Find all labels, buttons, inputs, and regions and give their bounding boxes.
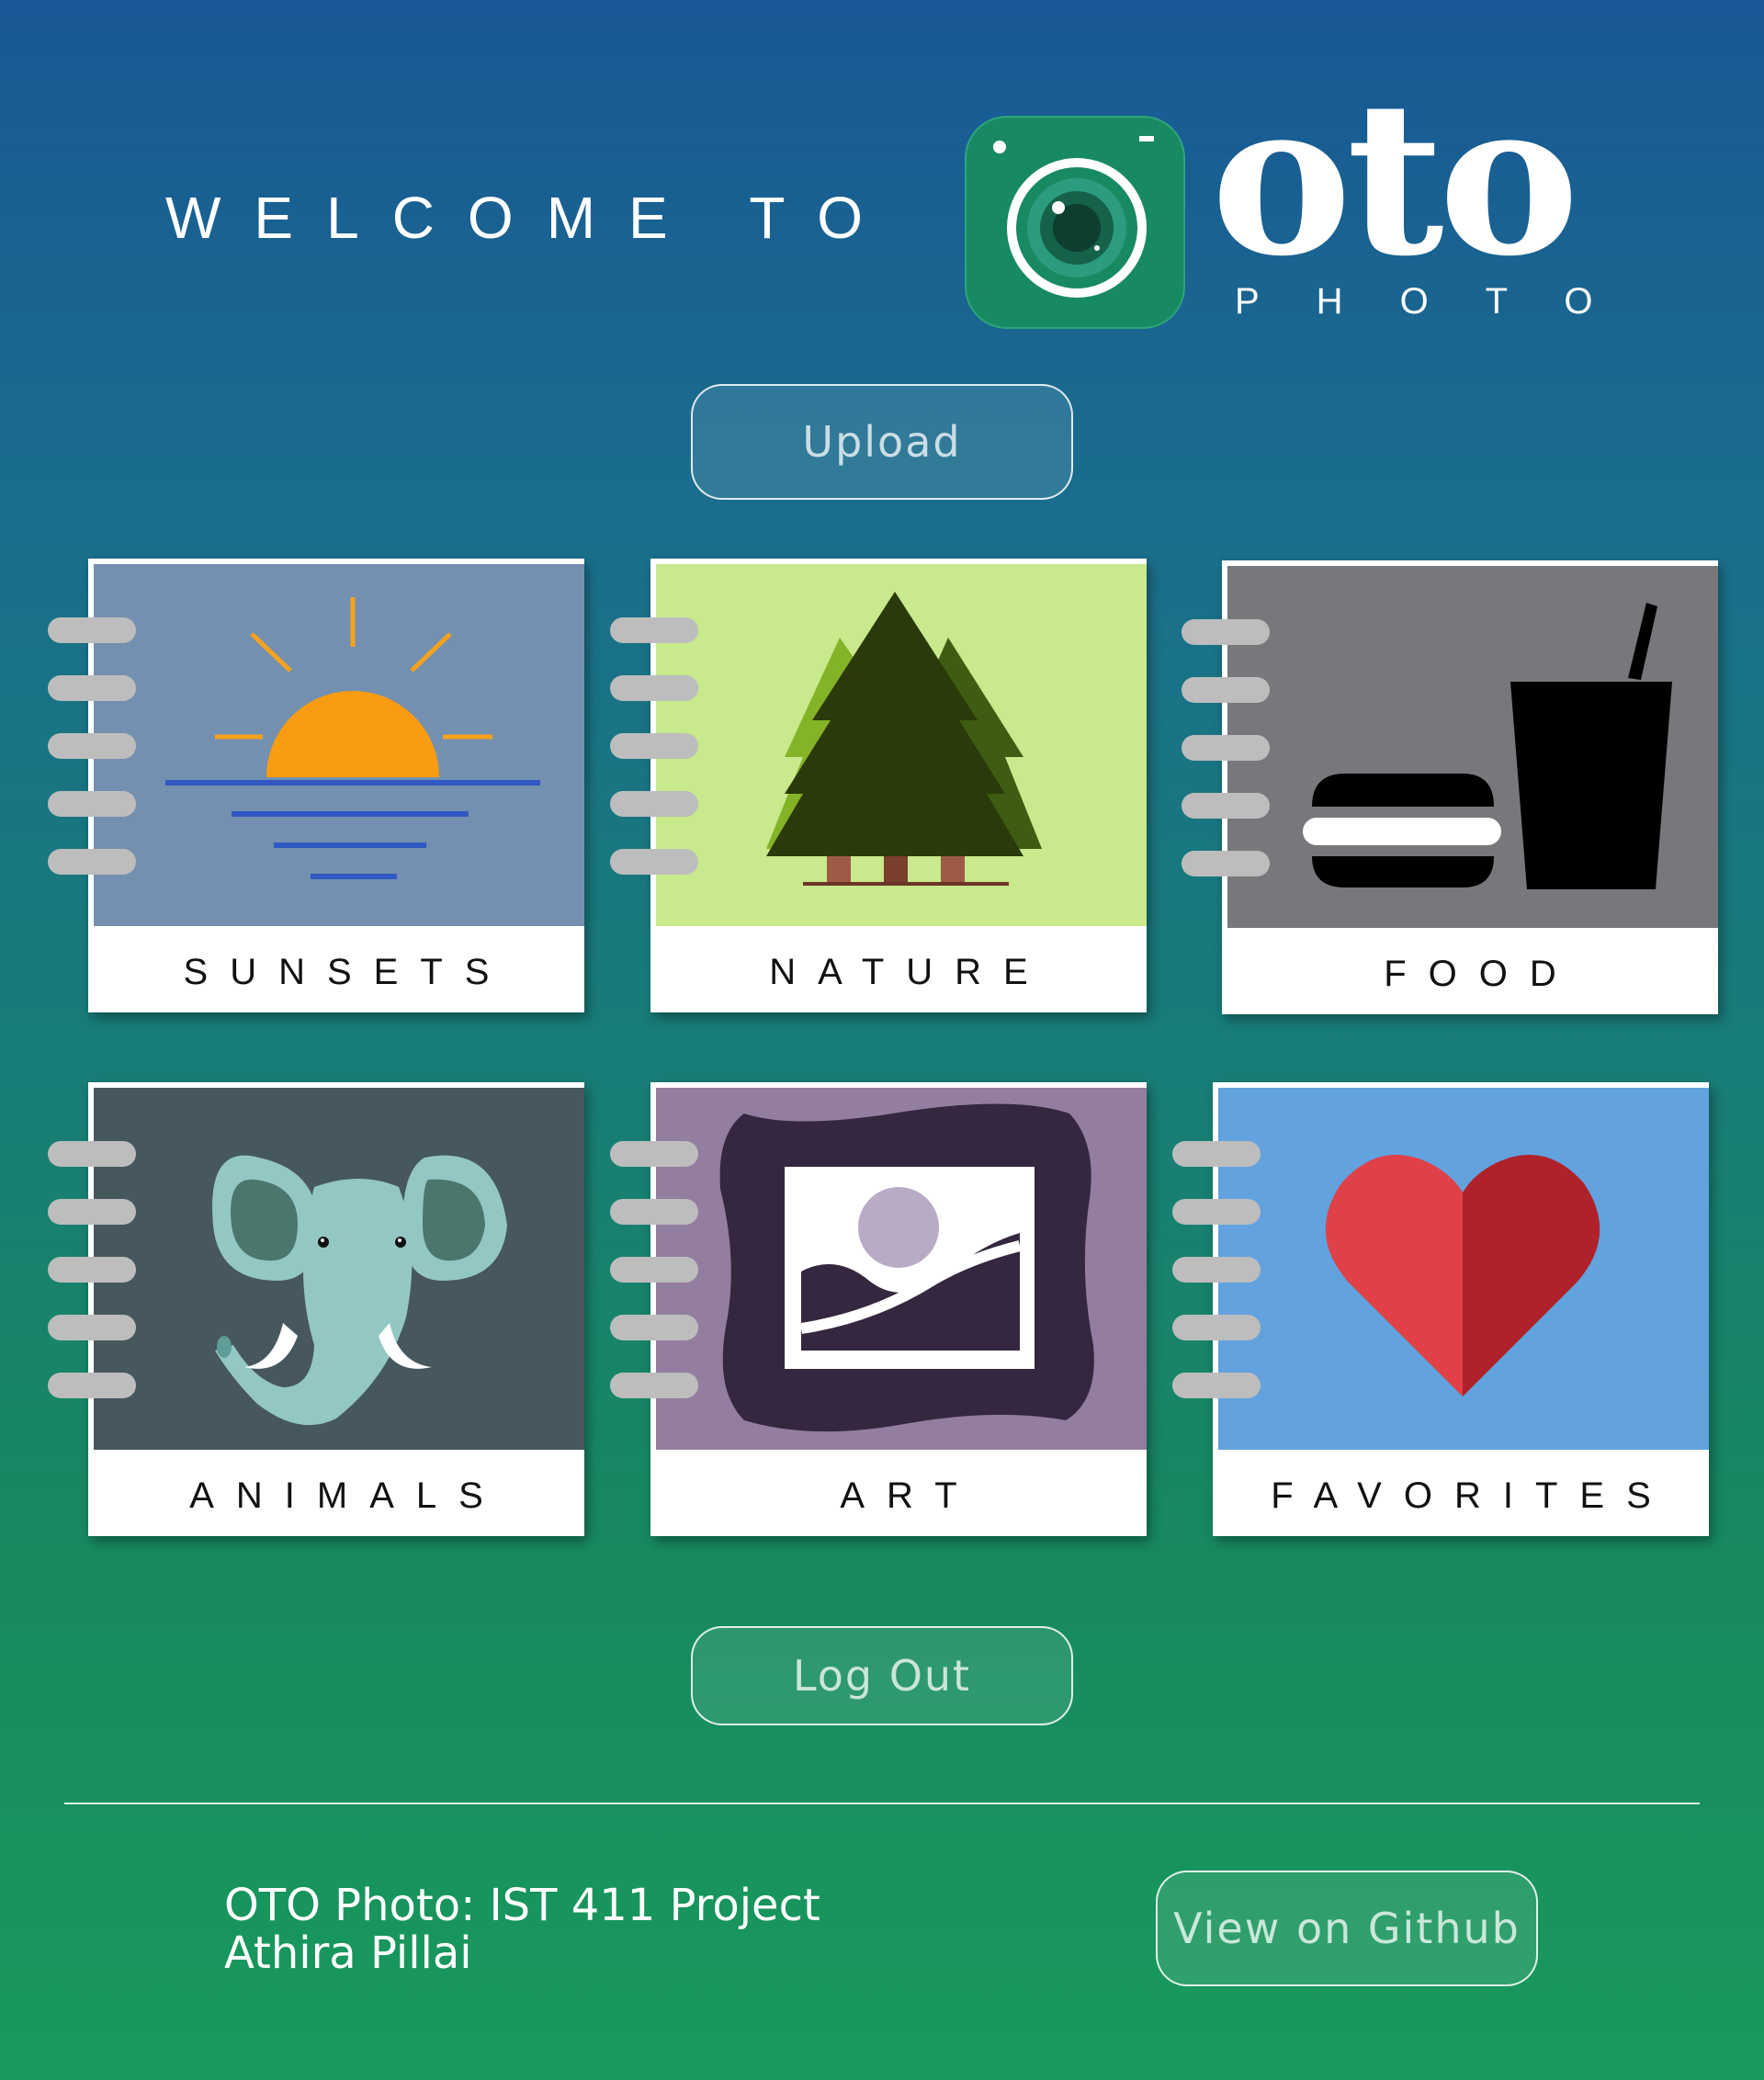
album-cover: NATURE: [650, 559, 1147, 1012]
album-label: NATURE: [769, 951, 1050, 992]
footer-credits: OTO Photo: IST 411 Project Athira Pillai: [224, 1882, 820, 1977]
framed-picture-icon: [656, 1088, 1147, 1450]
album-label: ANIMALS: [189, 1475, 505, 1516]
logout-button[interactable]: Log Out: [691, 1626, 1073, 1725]
spiral-binding: [610, 617, 698, 907]
camera-icon: [965, 116, 1185, 329]
spiral-binding: [48, 617, 136, 907]
elephant-icon: [94, 1088, 584, 1450]
album-cover: FOOD: [1222, 560, 1718, 1014]
album-sunsets[interactable]: SUNSETS: [48, 559, 584, 1012]
album-animals[interactable]: ANIMALS: [48, 1082, 584, 1536]
footer-divider: [64, 1803, 1700, 1804]
album-label: SUNSETS: [183, 951, 512, 992]
album-label: FAVORITES: [1271, 1475, 1673, 1516]
heart-icon: [1218, 1088, 1709, 1450]
upload-button[interactable]: Upload: [691, 384, 1073, 500]
spiral-binding: [48, 1141, 136, 1430]
welcome-heading: WELCOME TO: [165, 185, 897, 251]
logo-wordmark: oto: [1211, 55, 1579, 303]
album-nature[interactable]: NATURE: [610, 559, 1147, 1012]
album-cover: FAVORITES: [1213, 1082, 1709, 1536]
logo-subtitle: PHOTO: [1235, 281, 1650, 322]
spiral-binding: [610, 1141, 698, 1430]
album-cover: ANIMALS: [88, 1082, 584, 1536]
spiral-binding: [1182, 619, 1270, 909]
album-label: FOOD: [1384, 953, 1578, 994]
album-art[interactable]: ART: [610, 1082, 1147, 1536]
album-food[interactable]: FOOD: [1182, 560, 1718, 1014]
footer-project-title: OTO Photo: IST 411 Project: [224, 1880, 820, 1931]
footer-author: Athira Pillai: [224, 1927, 472, 1979]
album-cover: SUNSETS: [88, 559, 584, 1012]
view-on-github-button[interactable]: View on Github: [1156, 1871, 1538, 1986]
burger-and-drink-icon: [1227, 566, 1718, 928]
pine-trees-icon: [656, 564, 1147, 926]
album-label: ART: [840, 1475, 979, 1516]
spiral-binding: [1172, 1141, 1261, 1430]
sunset-icon: [94, 564, 584, 926]
album-cover: ART: [650, 1082, 1147, 1536]
album-favorites[interactable]: FAVORITES: [1172, 1082, 1709, 1536]
